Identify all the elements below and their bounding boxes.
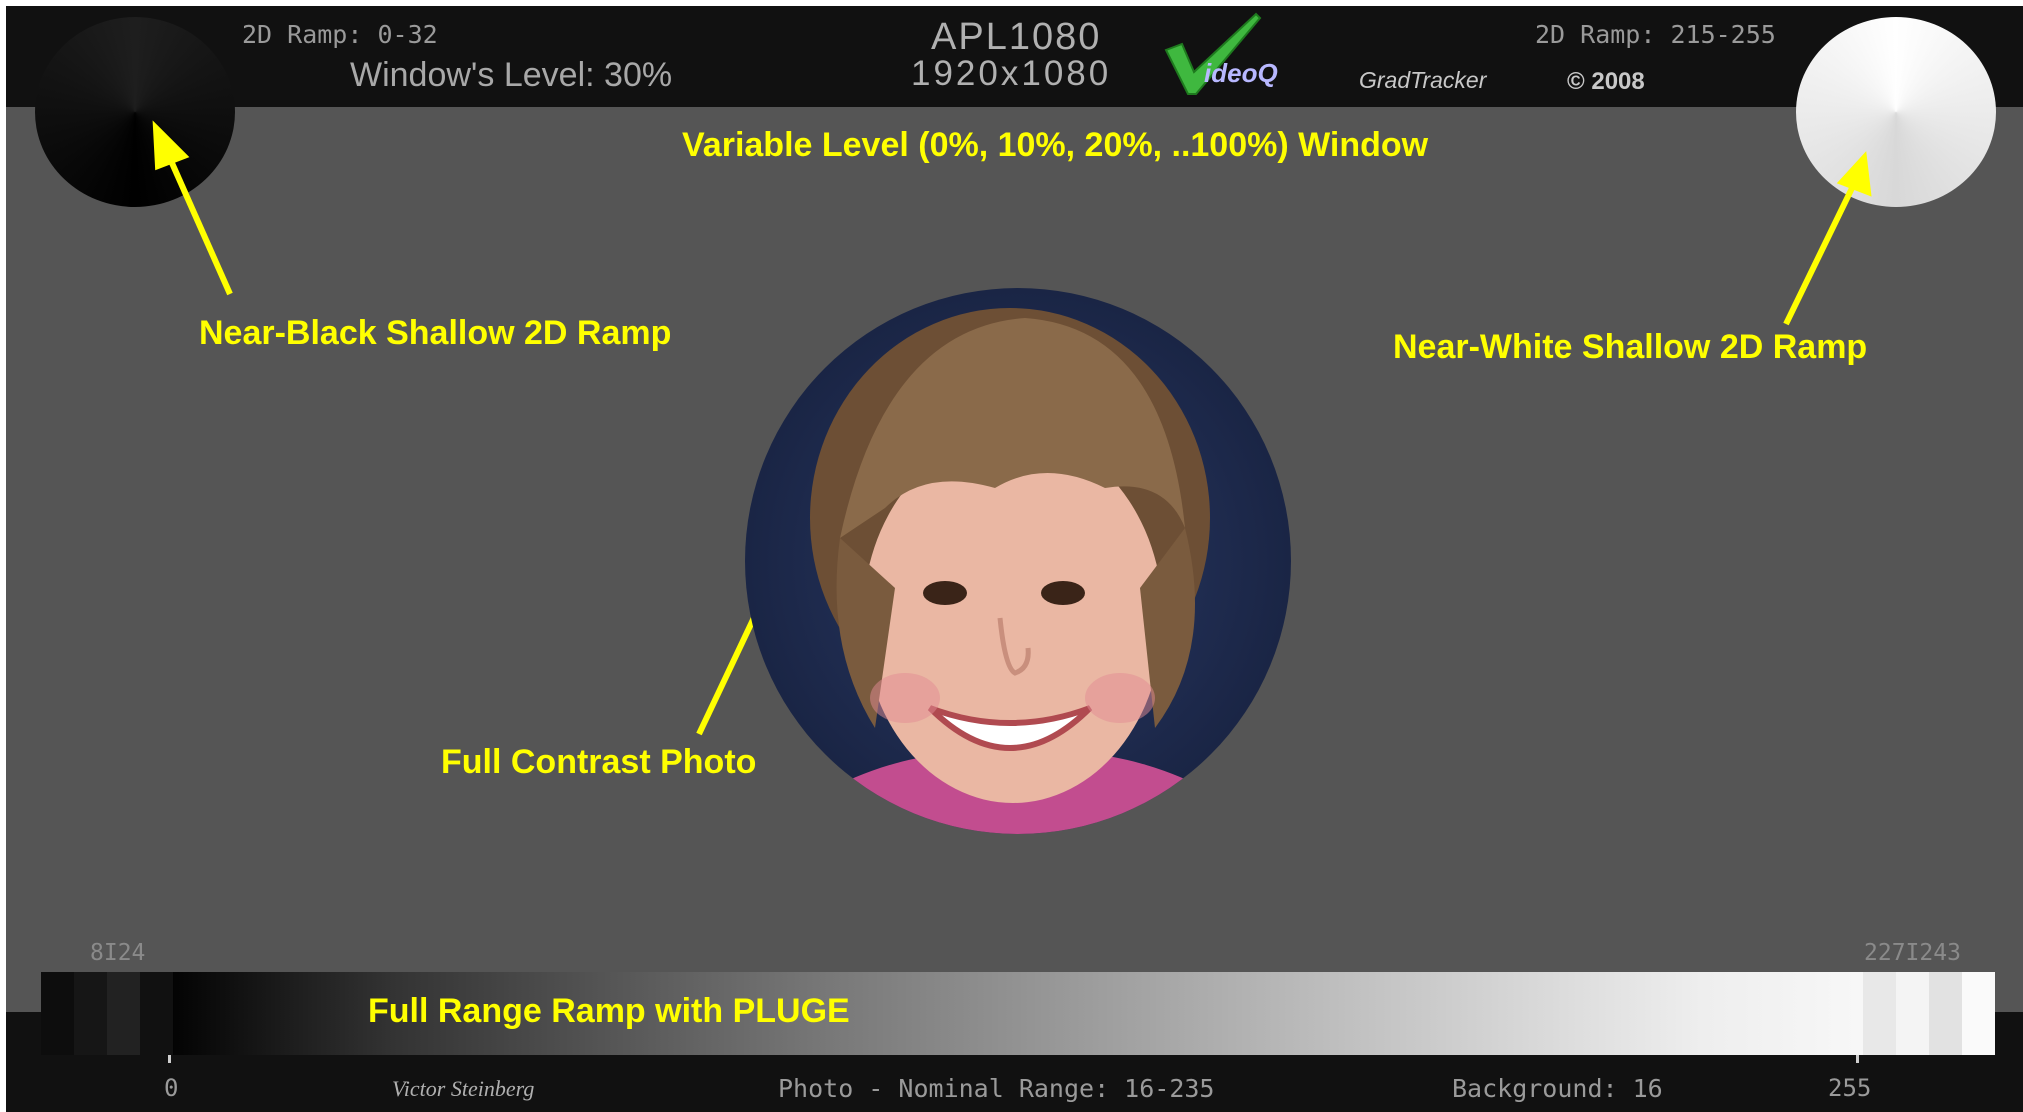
- author-signature: Victor Steinberg: [392, 1076, 535, 1101]
- ramp-caption: Full Range Ramp with PLUGE: [368, 992, 850, 1030]
- ramp-min-tick: [168, 1055, 171, 1063]
- pluge-bar-7: [1929, 972, 1962, 1055]
- test-pattern-frame: 2D Ramp: 0-32 Window's Level: 30% APL108…: [6, 6, 2023, 1112]
- pluge-bar-1: [41, 972, 74, 1055]
- background-level-label: Background: 16: [1452, 1074, 1663, 1103]
- pluge-bar-6: [1896, 972, 1929, 1055]
- pluge-bar-4: [140, 972, 173, 1055]
- child-portrait-image: [790, 308, 1246, 834]
- arrow-near-white-head: [1836, 151, 1872, 197]
- ramp-max-tick: [1856, 1055, 1859, 1063]
- ramp-low-marker: 8I24: [90, 940, 146, 966]
- ramp-min-value: 0: [164, 1074, 179, 1102]
- full-range-ramp: Full Range Ramp with PLUGE: [41, 972, 1995, 1055]
- photo-window: [745, 288, 1291, 834]
- pluge-bar-3: [107, 972, 140, 1055]
- pluge-bar-5: [1863, 972, 1896, 1055]
- ramp-max-value: 255: [1828, 1074, 1872, 1102]
- arrow-near-black-head: [152, 120, 190, 171]
- photo-range-label: Photo - Nominal Range: 16-235: [778, 1074, 1215, 1103]
- ramp-high-marker: 227I243: [1864, 940, 1961, 966]
- pluge-bar-2: [74, 972, 107, 1055]
- arrow-near-white: [1783, 182, 1857, 326]
- arrow-near-black: [165, 152, 233, 296]
- pluge-bar-8: [1962, 972, 1995, 1055]
